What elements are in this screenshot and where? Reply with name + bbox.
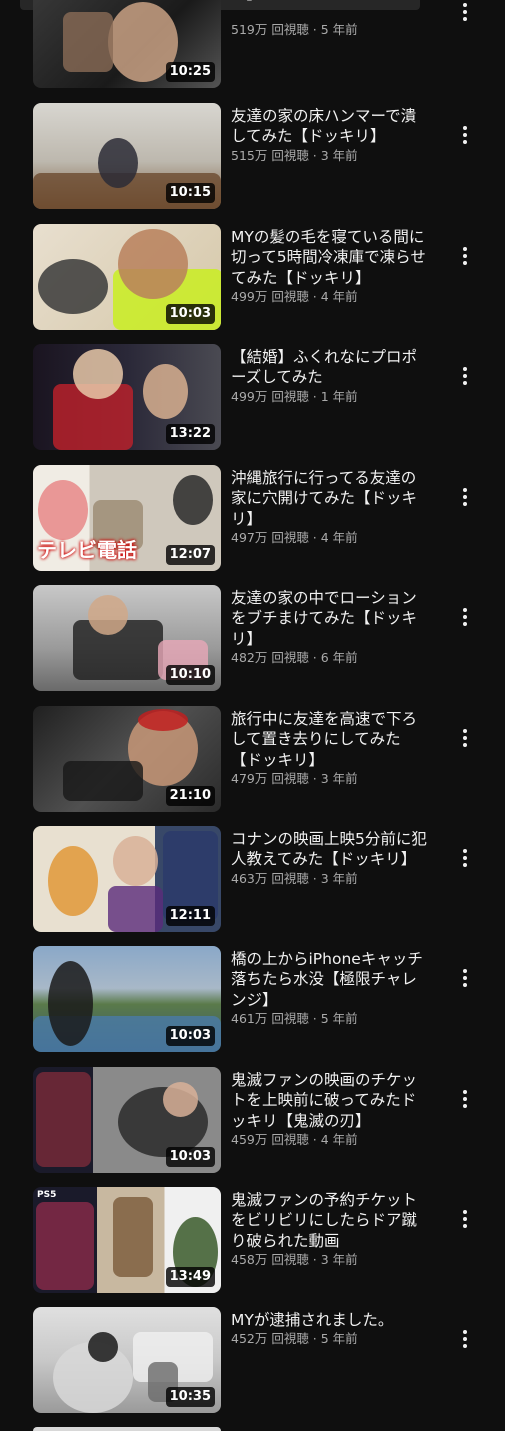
more-vert-icon[interactable]: [455, 605, 475, 629]
video-thumbnail[interactable]: PS5 13:49: [33, 1187, 221, 1293]
thumbnail-caption: テレビ電話: [37, 538, 137, 562]
video-thumbnail[interactable]: テレビ電話 12:07: [33, 465, 221, 571]
video-duration: 21:10: [165, 786, 215, 806]
video-title[interactable]: MYの髪の毛を寝ている間に切って5時間冷凍庫で凍らせてみた【ドッキリ】: [231, 227, 431, 288]
video-duration: 10:03: [165, 304, 215, 324]
video-title[interactable]: 鬼滅ファンの予約チケットをビリビリにしたらドア蹴り破られた動画: [231, 1190, 431, 1251]
video-duration: 10:03: [165, 1147, 215, 1167]
video-thumbnail[interactable]: 13:22: [33, 344, 221, 450]
video-duration: 12:11: [165, 906, 215, 926]
video-title[interactable]: 旅行中に友達を高速で下ろして置き去りにしてみた【ドッキリ】: [231, 709, 431, 770]
video-duration: 10:15: [165, 183, 215, 203]
video-item[interactable]: 10:25 中と外繋げてみた【ドッキリ】 519万 回視聴 · 5 年前: [0, 0, 505, 89]
video-meta: 459万 回視聴 · 4 年前: [231, 1131, 358, 1147]
video-item[interactable]: 10:03 鬼滅ファンの映画のチケットを上映前に破ってみたドッキリ【鬼滅の刃】 …: [0, 1067, 505, 1174]
more-vert-icon[interactable]: [455, 485, 475, 509]
more-vert-icon[interactable]: [455, 1327, 475, 1351]
video-title[interactable]: MYが逮捕されました。: [231, 1310, 431, 1330]
video-thumbnail[interactable]: 10:35: [33, 1307, 221, 1413]
video-duration: 10:35: [165, 1387, 215, 1407]
video-thumbnail[interactable]: 10:25: [33, 0, 221, 88]
video-meta: 458万 回視聴 · 3 年前: [231, 1251, 358, 1267]
video-item[interactable]: テレビ電話 12:07 沖縄旅行に行ってる友達の家に穴開けてみた【ドッキリ】 4…: [0, 465, 505, 572]
more-vert-icon[interactable]: [455, 1207, 475, 1231]
more-vert-icon[interactable]: [455, 364, 475, 388]
video-title[interactable]: 沖縄旅行に行ってる友達の家に穴開けてみた【ドッキリ】: [231, 468, 431, 529]
video-thumbnail[interactable]: 12:11: [33, 826, 221, 932]
video-meta: 519万 回視聴 · 5 年前: [231, 22, 358, 37]
video-meta: 499万 回視聴 · 4 年前: [231, 288, 358, 304]
video-title[interactable]: 橋の上からiPhoneキャッチ落ちたら水没【極限チャレンジ】: [231, 949, 431, 1010]
video-title[interactable]: 鬼滅ファンの映画のチケットを上映前に破ってみたドッキリ【鬼滅の刃】: [231, 1070, 431, 1131]
more-vert-icon[interactable]: [455, 966, 475, 990]
video-item[interactable]: 10:03 MYの髪の毛を寝ている間に切って5時間冷凍庫で凍らせてみた【ドッキリ…: [0, 224, 505, 331]
video-title[interactable]: 【結婚】ふくれなにプロポーズしてみた: [231, 347, 431, 388]
more-vert-icon[interactable]: [455, 0, 475, 24]
video-meta: 463万 回視聴 · 3 年前: [231, 870, 358, 886]
video-meta: 461万 回視聴 · 5 年前: [231, 1010, 358, 1026]
more-vert-icon[interactable]: [455, 244, 475, 268]
video-title[interactable]: 中と外繋げてみた【ドッキリ】: [231, 0, 431, 21]
video-meta: 479万 回視聴 · 3 年前: [231, 770, 358, 786]
video-thumbnail-partial[interactable]: [33, 1427, 221, 1431]
more-vert-icon[interactable]: [455, 726, 475, 750]
video-thumbnail[interactable]: 21:10: [33, 706, 221, 812]
video-title[interactable]: 友達の家の中でローションをブチまけてみた【ドッキリ】: [231, 588, 431, 649]
ps5-badge: PS5: [37, 1190, 57, 1200]
video-thumbnail[interactable]: 10:03: [33, 946, 221, 1052]
more-vert-icon[interactable]: [455, 1087, 475, 1111]
video-duration: 13:49: [165, 1267, 215, 1287]
video-item[interactable]: PS5 13:49 鬼滅ファンの予約チケットをビリビリにしたらドア蹴り破られた動…: [0, 1187, 505, 1294]
more-vert-icon[interactable]: [455, 123, 475, 147]
video-duration: 13:22: [165, 424, 215, 444]
video-item[interactable]: 10:10 友達の家の中でローションをブチまけてみた【ドッキリ】 482万 回視…: [0, 585, 505, 692]
video-meta: 452万 回視聴 · 5 年前: [231, 1331, 358, 1347]
video-thumbnail[interactable]: 10:10: [33, 585, 221, 691]
video-item[interactable]: 13:22 【結婚】ふくれなにプロポーズしてみた 499万 回視聴 · 1 年前: [0, 344, 505, 451]
video-thumbnail[interactable]: 10:03: [33, 1067, 221, 1173]
video-duration: 10:03: [165, 1026, 215, 1046]
video-meta: 499万 回視聴 · 1 年前: [231, 388, 358, 404]
video-duration: 12:07: [165, 545, 215, 565]
video-thumbnail[interactable]: 10:15: [33, 103, 221, 209]
video-thumbnail[interactable]: 10:03: [33, 224, 221, 330]
video-duration: 10:25: [165, 62, 215, 82]
video-meta: 515万 回視聴 · 3 年前: [231, 147, 358, 163]
video-item[interactable]: 12:11 コナンの映画上映5分前に犯人教えてみた【ドッキリ】 463万 回視聴…: [0, 826, 505, 933]
video-title[interactable]: 友達の家の床ハンマーで潰してみた【ドッキリ】: [231, 106, 431, 147]
more-vert-icon[interactable]: [455, 846, 475, 870]
video-item[interactable]: 10:15 友達の家の床ハンマーで潰してみた【ドッキリ】 515万 回視聴 · …: [0, 103, 505, 210]
video-duration: 10:10: [165, 665, 215, 685]
video-item[interactable]: 10:35 MYが逮捕されました。 452万 回視聴 · 5 年前: [0, 1307, 505, 1414]
video-meta: 482万 回視聴 · 6 年前: [231, 649, 358, 665]
video-item[interactable]: 10:03 橋の上からiPhoneキャッチ落ちたら水没【極限チャレンジ】 461…: [0, 946, 505, 1053]
video-title[interactable]: コナンの映画上映5分前に犯人教えてみた【ドッキリ】: [231, 829, 431, 870]
video-item[interactable]: 21:10 旅行中に友達を高速で下ろして置き去りにしてみた【ドッキリ】 479万…: [0, 706, 505, 813]
video-meta: 497万 回視聴 · 4 年前: [231, 529, 358, 545]
